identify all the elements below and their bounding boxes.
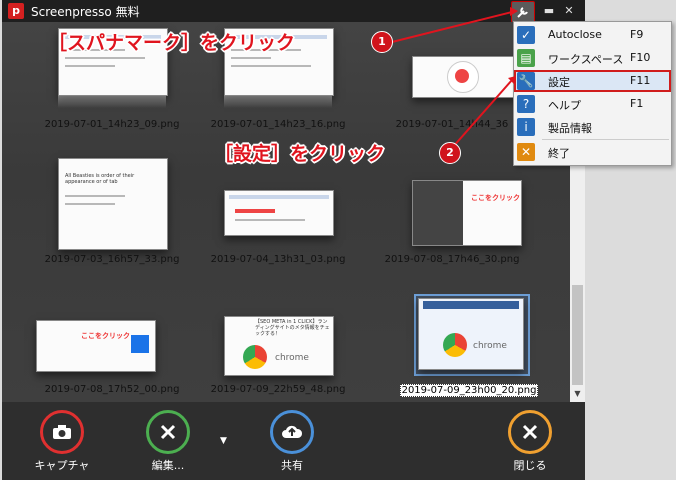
thumbnail-6[interactable]: ここをクリック <box>412 180 522 246</box>
menu-item-help[interactable]: ? ヘルプ F1 <box>514 93 671 115</box>
scroll-thumb[interactable] <box>572 285 583 385</box>
title-bar: p Screenpresso 無料 ▬ ✕ <box>2 0 585 23</box>
close-window-button[interactable]: ✕ <box>559 2 579 20</box>
maximize-button[interactable]: ▬ <box>539 2 559 20</box>
thumbnail-text: chrome <box>275 353 309 363</box>
menu-item-autoclose[interactable]: ✓ Autoclose F9 <box>514 24 671 46</box>
thumbnail-caption: 2019-07-09_22h59_48.png <box>210 384 346 395</box>
share-button[interactable]: 共有 <box>252 410 332 473</box>
thumbnail-caption: 2019-07-03_16h57_33.png <box>44 254 180 265</box>
menu-item-workspace[interactable]: ▤ ワークスペース F10 <box>514 47 671 69</box>
menu-separator <box>542 139 669 140</box>
thumbnail-8[interactable]: 【SEO META in 1 CLICK】ランディングサイトのメタ情報をチェック… <box>224 316 334 376</box>
screenpresso-window: p Screenpresso 無料 ▬ ✕ 2019-07-01_14h23_0… <box>2 0 585 480</box>
info-icon: i <box>517 118 535 136</box>
app-logo-icon: p <box>8 3 24 19</box>
thumbnail-caption: 2019-07-01_14h44_36 <box>395 119 509 130</box>
workspace-icon: ▤ <box>517 49 535 67</box>
wrench-button[interactable] <box>511 1 535 23</box>
thumbnail-caption: 2019-07-01_14h23_16.png <box>210 119 346 130</box>
edit-label: 編集... <box>151 459 185 472</box>
cloud-upload-icon <box>270 410 314 454</box>
check-icon: ✓ <box>517 26 535 44</box>
wrench-icon: 🔧 <box>517 72 535 90</box>
edit-button[interactable]: 編集... <box>128 410 208 473</box>
thumbnail-caption-selected: 2019-07-09_23h00_20.png <box>400 384 538 397</box>
thumbnail-4[interactable]: All Beasties is order of their appearanc… <box>58 158 168 250</box>
thumbnail-text: ここをクリック <box>81 332 130 340</box>
capture-label: キャプチャ <box>34 459 90 472</box>
capture-button[interactable]: キャプチャ <box>22 410 102 473</box>
thumbnail-text: ここをクリック <box>471 194 520 202</box>
close-icon <box>508 410 552 454</box>
thumbnail-9[interactable]: chrome <box>418 298 524 370</box>
close-icon: ✕ <box>517 143 535 161</box>
thumbnail-5[interactable] <box>224 190 334 236</box>
thumbnail-text: 【SEO META in 1 CLICK】ランディングサイトのメタ情報をチェック… <box>255 319 330 337</box>
close-button[interactable]: 閉じる <box>490 410 570 473</box>
help-icon: ? <box>517 95 535 113</box>
thumbnail-text: chrome <box>473 341 507 351</box>
edit-dropdown-icon[interactable]: ▼ <box>220 436 227 446</box>
share-label: 共有 <box>281 459 303 472</box>
camera-icon <box>40 410 84 454</box>
thumbnail-caption: 2019-07-01_14h23_09.png <box>44 119 180 130</box>
thumbnail-reflection <box>58 96 166 108</box>
thumbnail-reflection <box>224 96 332 108</box>
close-label: 閉じる <box>513 459 547 472</box>
annotation-step2: ［設定］をクリック <box>214 143 386 165</box>
window-title: Screenpresso 無料 <box>31 5 140 19</box>
thumbnail-3[interactable] <box>412 56 522 98</box>
settings-dropdown-menu: ✓ Autoclose F9 ▤ ワークスペース F10 🔧 設定 F11 ? … <box>513 21 672 166</box>
screenshot-gallery: 2019-07-01_14h23_09.png 2019-07-01_14h23… <box>2 22 570 402</box>
annotation-step1: ［スパナマーク］をクリック <box>48 32 296 54</box>
thumbnail-text: All Beasties is order of their appearanc… <box>65 173 135 185</box>
bottom-toolbar: キャプチャ 編集... ▼ 共有 閉じる <box>2 402 585 480</box>
menu-item-settings[interactable]: 🔧 設定 F11 <box>514 70 671 92</box>
menu-item-exit[interactable]: ✕ 終了 <box>514 141 671 163</box>
thumbnail-caption: 2019-07-08_17h46_30.png <box>384 254 520 265</box>
scroll-down-icon[interactable]: ▼ <box>570 386 585 402</box>
edit-tools-icon <box>146 410 190 454</box>
menu-item-product-info[interactable]: i 製品情報 <box>514 116 671 138</box>
thumbnail-caption: 2019-07-04_13h31_03.png <box>210 254 346 265</box>
thumbnail-7[interactable]: ここをクリック <box>36 320 156 372</box>
wrench-icon <box>517 7 528 18</box>
step1-badge: 1 <box>371 31 393 53</box>
step2-badge: 2 <box>439 142 461 164</box>
thumbnail-caption: 2019-07-08_17h52_00.png <box>44 384 180 395</box>
